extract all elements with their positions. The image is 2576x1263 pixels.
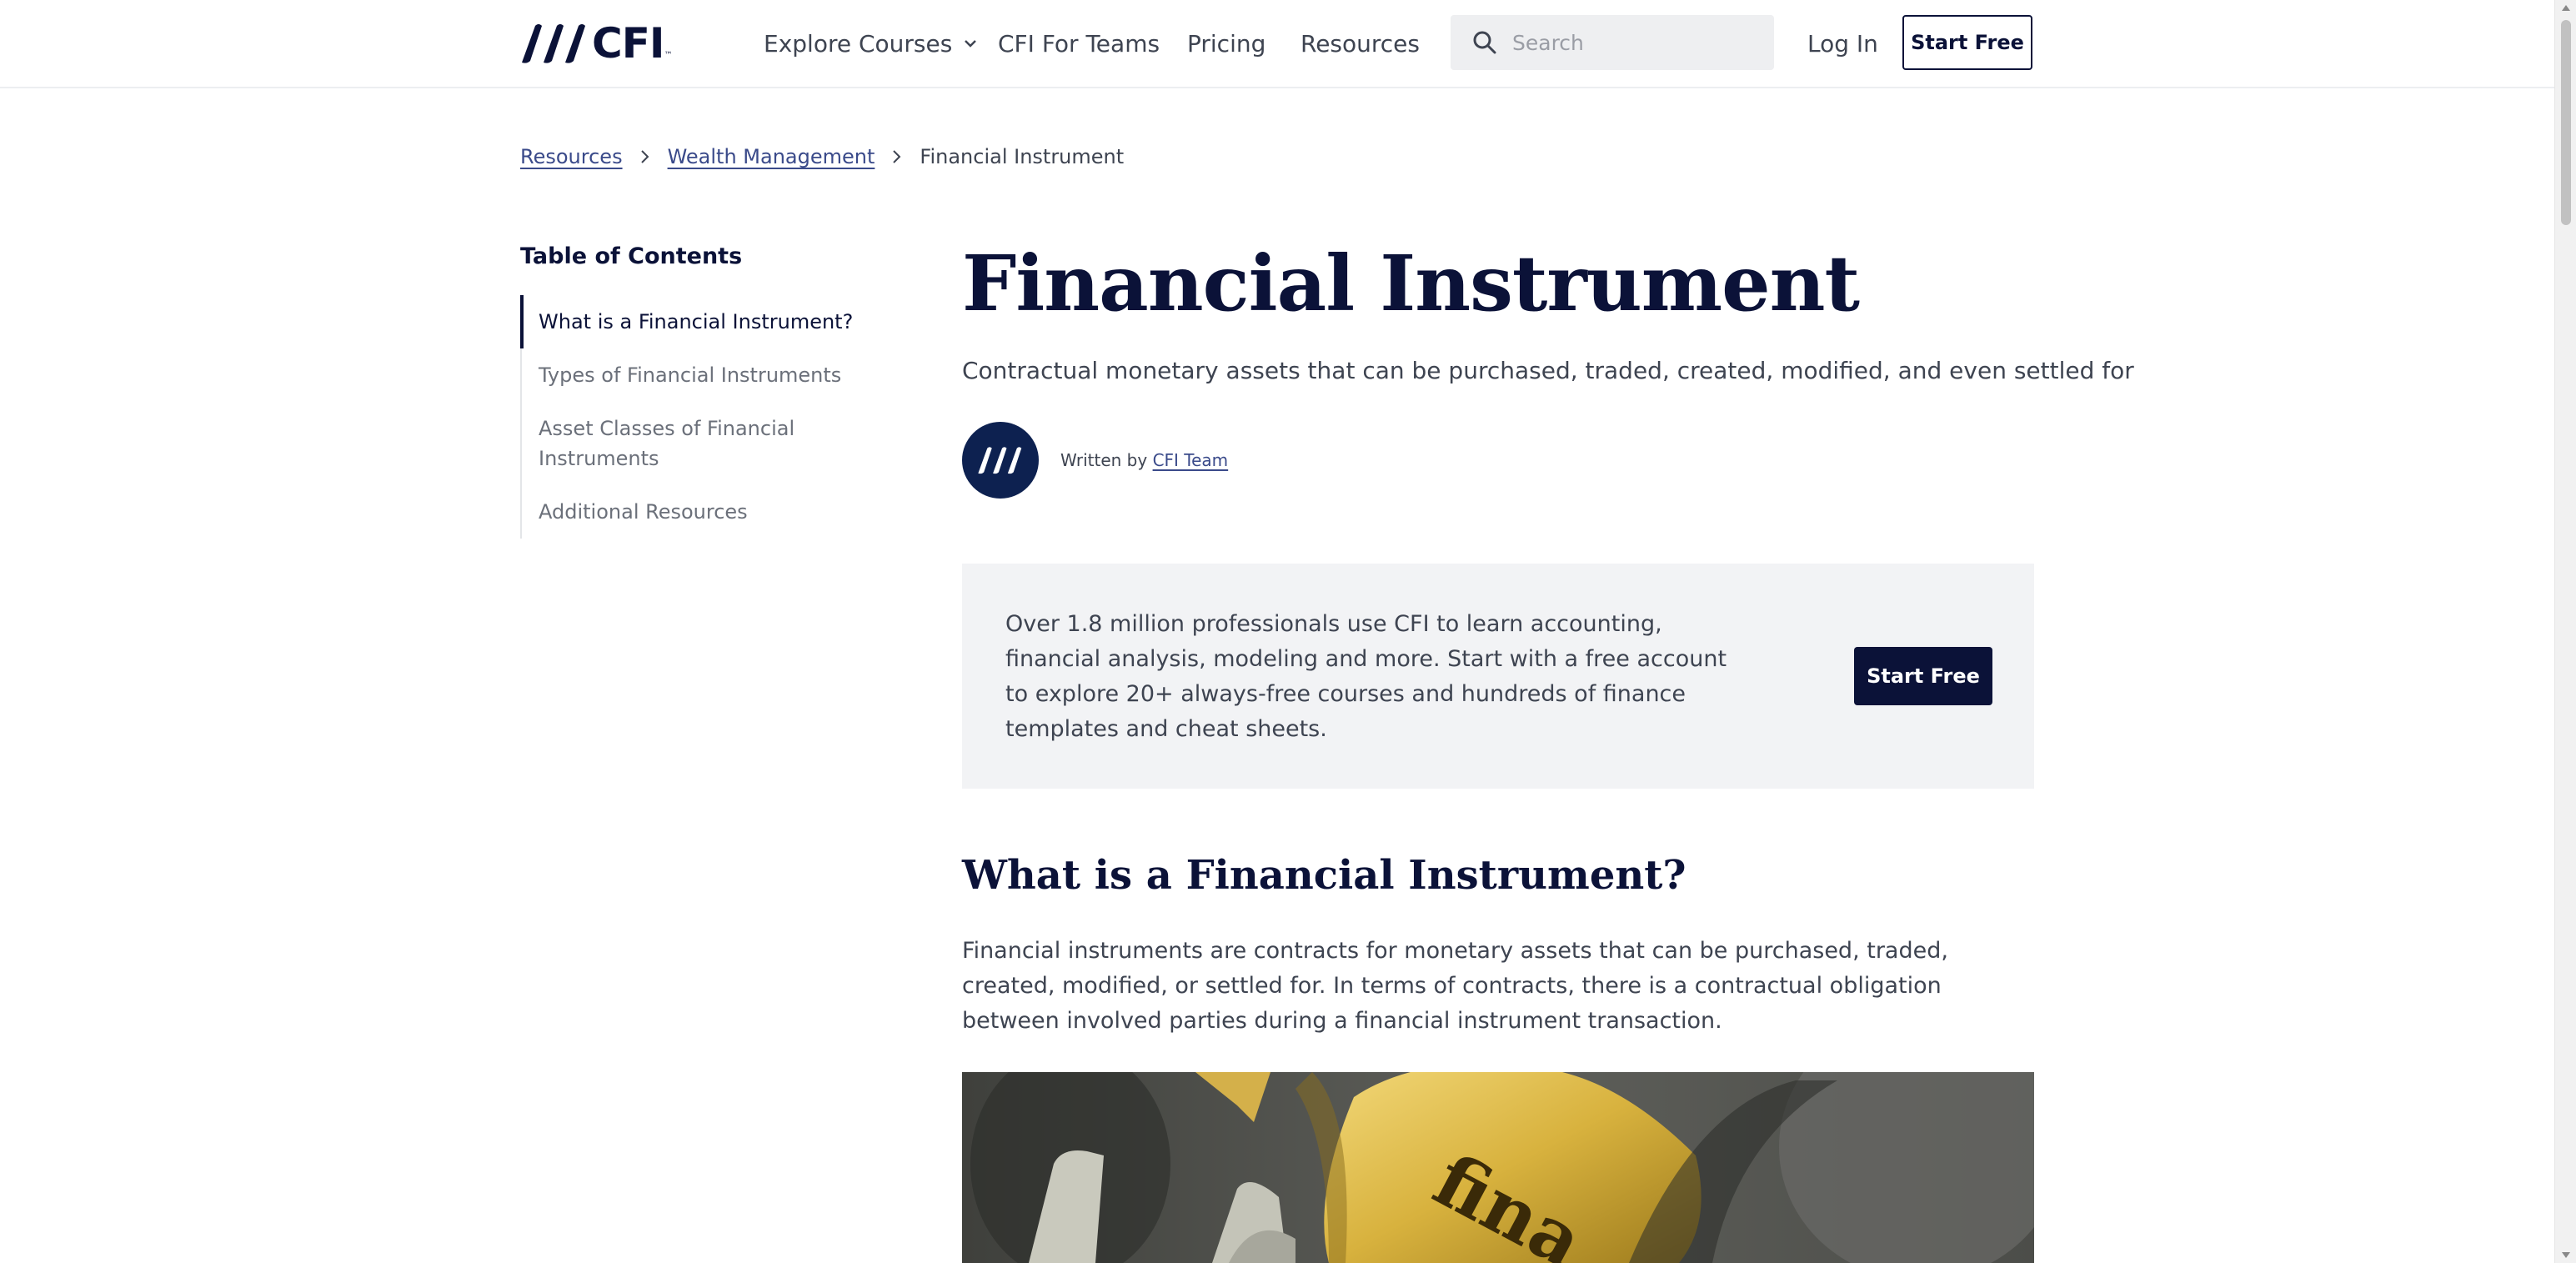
cfi-logo[interactable]: CFI ™ [520, 19, 673, 68]
toc-item-additional-resources[interactable]: Additional Resources [522, 485, 872, 539]
author-text: Written by CFI Team [1060, 450, 1228, 470]
nav-resources[interactable]: Resources [1301, 25, 1420, 62]
author-byline: Written by CFI Team [962, 422, 1228, 499]
breadcrumb-link-wealth-management[interactable]: Wealth Management [668, 145, 875, 168]
cfi-logo-mark-icon [978, 447, 1022, 474]
toc-item-what-is[interactable]: What is a Financial Instrument? [520, 295, 872, 348]
logo-trademark: ™ [664, 51, 673, 60]
login-link[interactable]: Log In [1807, 25, 1878, 62]
toc-item-asset-classes[interactable]: Asset Classes of Financial Instruments [522, 402, 872, 485]
author-link[interactable]: CFI Team [1153, 450, 1229, 470]
toc-title: Table of Contents [520, 243, 743, 269]
nav-explore-courses[interactable]: Explore Courses [764, 25, 979, 62]
cfi-logo-mark-icon [522, 24, 585, 63]
search-input[interactable] [1511, 29, 1764, 56]
scroll-down-icon[interactable] [2562, 1252, 2570, 1258]
logo-wordmark: CFI [592, 19, 664, 68]
avatar [962, 422, 1039, 499]
promo-banner: Over 1.8 million professionals use CFI t… [962, 564, 2034, 789]
section-body: Financial instruments are contracts for … [962, 938, 1948, 1034]
search-box[interactable] [1451, 15, 1774, 70]
top-navigation-bar: CFI ™ Explore Courses CFI For Teams Pric… [0, 0, 2554, 88]
nav-cfi-for-teams[interactable]: CFI For Teams [998, 25, 1160, 62]
page-subtitle: Contractual monetary assets that can be … [962, 357, 2134, 384]
nav-pricing[interactable]: Pricing [1187, 25, 1265, 62]
chevron-right-icon [891, 148, 903, 165]
article-image: fina [962, 1072, 2034, 1263]
author-prefix: Written by [1060, 450, 1148, 470]
chevron-down-icon [965, 40, 977, 48]
scroll-thumb[interactable] [2561, 20, 2571, 225]
breadcrumb: Resources Wealth Management Financial In… [520, 145, 1124, 168]
start-free-promo-button[interactable]: Start Free [1854, 647, 1992, 705]
chevron-right-icon [639, 148, 651, 165]
section-heading: What is a Financial Instrument? [962, 852, 1686, 899]
toc-list: What is a Financial Instrument? Types of… [520, 295, 872, 539]
breadcrumb-link-resources[interactable]: Resources [520, 145, 623, 168]
nav-explore-courses-label: Explore Courses [764, 29, 953, 58]
breadcrumb-current: Financial Instrument [920, 145, 1125, 168]
gears-illustration: fina [962, 1072, 2034, 1263]
page-title: Financial Instrument [962, 238, 1860, 328]
search-icon [1473, 31, 1496, 54]
toc-item-types[interactable]: Types of Financial Instruments [522, 348, 872, 402]
promo-text: Over 1.8 million professionals use CFI t… [1005, 611, 1727, 742]
scroll-up-icon[interactable] [2562, 5, 2570, 11]
start-free-header-button[interactable]: Start Free [1902, 15, 2032, 70]
page-scrollbar[interactable] [2554, 0, 2576, 1263]
